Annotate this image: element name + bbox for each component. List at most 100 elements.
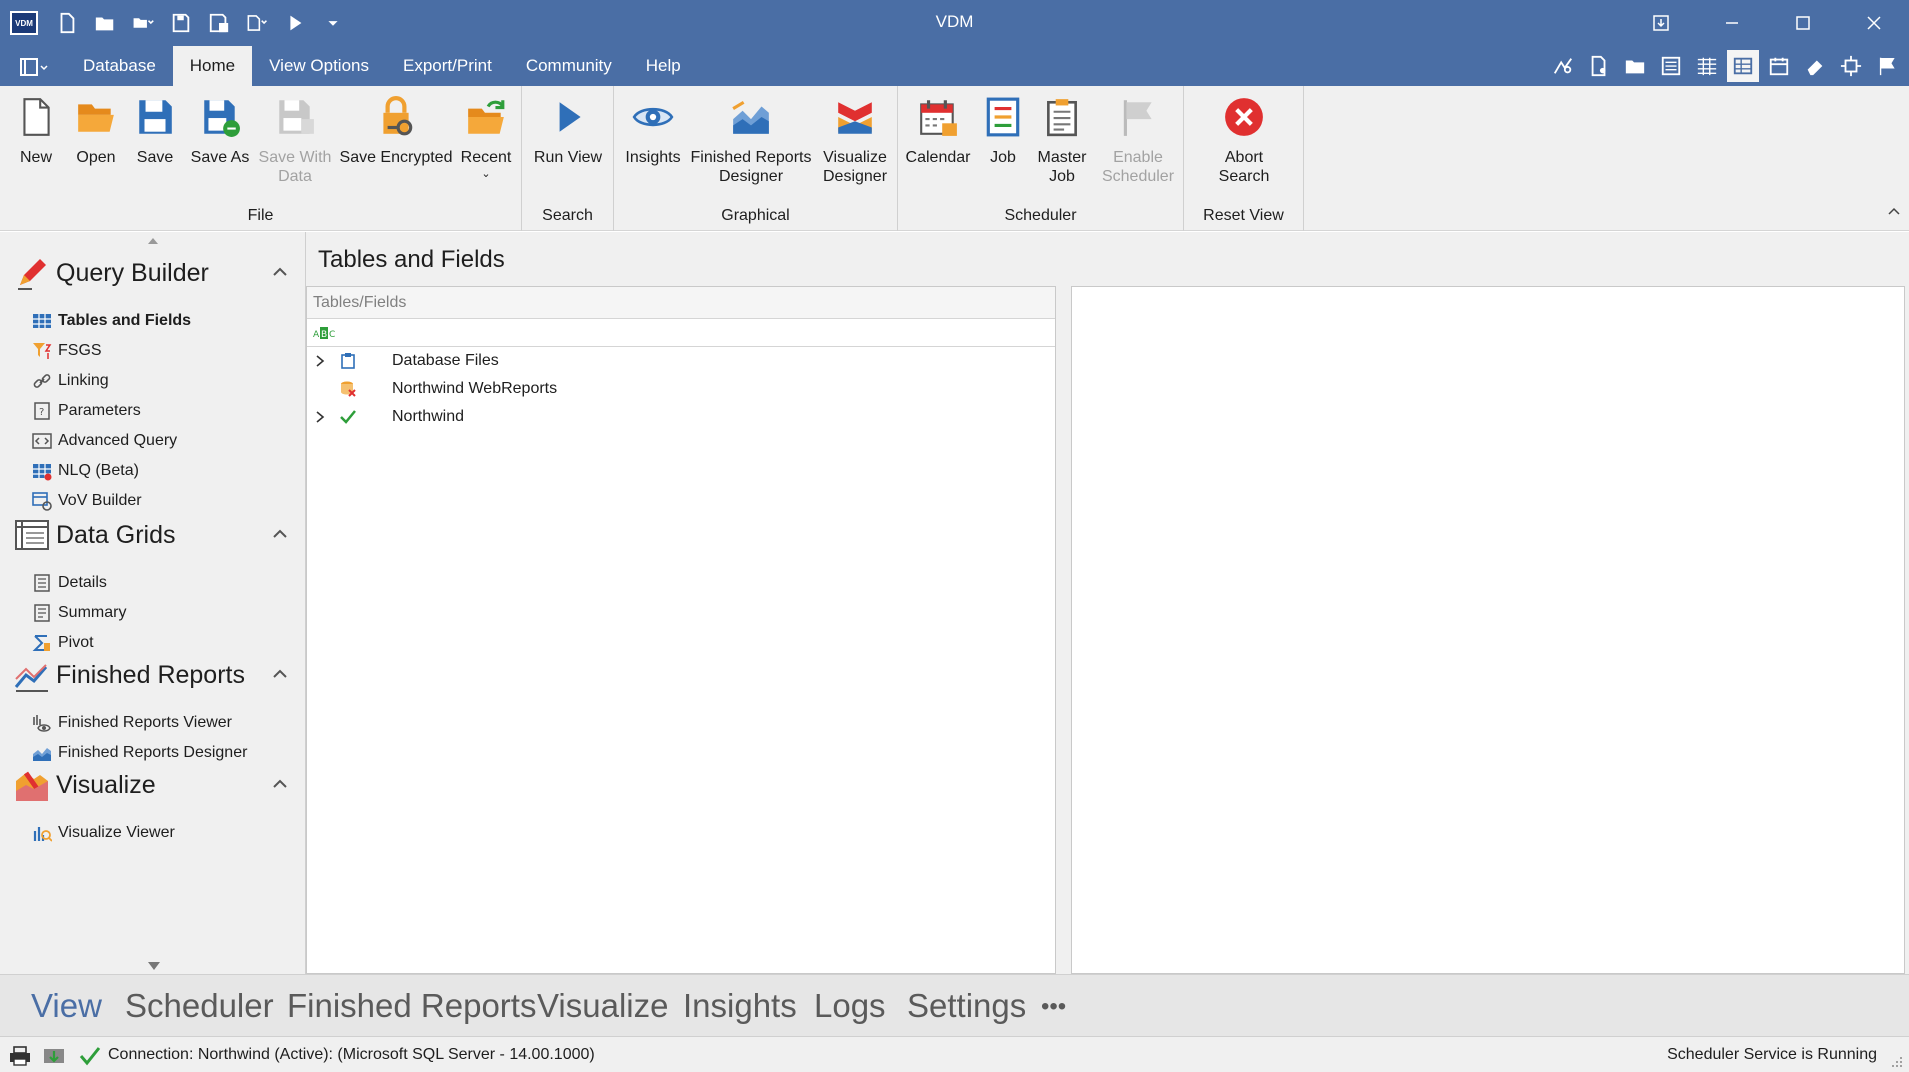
run-view-button-label: Run View (533, 149, 603, 166)
chart-settings-icon[interactable] (1547, 50, 1579, 82)
sidebar-item-label: Finished Reports Viewer (58, 714, 233, 731)
bottom-nav-view[interactable]: View (31, 987, 102, 1025)
vov-builder-icon (32, 492, 52, 511)
collapse-chevron-icon[interactable] (272, 266, 288, 278)
sidebar-item-finished-reports-viewer[interactable]: Finished Reports Viewer (32, 708, 298, 738)
parameters-icon: ? (34, 402, 50, 420)
scroll-up-icon[interactable] (148, 238, 158, 244)
job-button[interactable]: Job (978, 94, 1028, 167)
save-as-button[interactable]: Save As (186, 94, 254, 167)
tree-filter-row[interactable]: ABC (307, 319, 1055, 347)
sidebar-item-parameters[interactable]: ? Parameters (32, 396, 298, 426)
field-details-panel (1071, 286, 1905, 974)
table-grid-icon (33, 314, 51, 328)
folder-icon[interactable] (1619, 50, 1651, 82)
sidebar-item-nlq-beta[interactable]: NLQ (Beta) (32, 456, 298, 486)
filter-sort-icon (33, 343, 52, 359)
expand-chevron-icon[interactable] (315, 411, 325, 423)
finished-reports-designer-button[interactable]: Finished Reports Designer (688, 94, 814, 186)
sidebar-item-label: FSGS (58, 342, 102, 359)
insights-button[interactable]: Insights (620, 94, 686, 167)
collapse-chevron-icon[interactable] (272, 668, 288, 680)
run-view-button[interactable]: Run View (528, 94, 608, 167)
tab-export-print[interactable]: Export/Print (386, 46, 509, 86)
bottom-nav-finished-reports[interactable]: Finished Reports (287, 987, 536, 1025)
job-button-label: Job (990, 149, 1016, 166)
printer-icon[interactable] (8, 1045, 32, 1067)
eraser-icon[interactable] (1799, 50, 1831, 82)
recent-button[interactable]: Recent ⌄ (456, 94, 516, 181)
sidebar-item-advanced-query[interactable]: Advanced Query (32, 426, 298, 456)
fit-screen-icon[interactable] (1835, 50, 1867, 82)
save-encrypted-button[interactable]: Save Encrypted (338, 94, 454, 167)
table-view-icon[interactable] (1727, 50, 1759, 82)
tab-database[interactable]: Database (66, 46, 173, 86)
save-with-data-button[interactable]: Save With Data (256, 94, 334, 186)
open-button[interactable]: Open (68, 94, 124, 167)
resize-grip-icon[interactable] (1889, 1054, 1903, 1068)
restore-layout-icon[interactable] (1625, 0, 1696, 46)
section-query-builder[interactable]: Query Builder (14, 252, 294, 294)
collapse-chevron-icon[interactable] (272, 778, 288, 790)
section-data-grids[interactable]: Data Grids (14, 514, 294, 556)
svg-text:A: A (313, 330, 320, 340)
sidebar-item-vov-builder[interactable]: VoV Builder (32, 486, 298, 516)
sidebar-item-summary[interactable]: Summary (32, 598, 298, 628)
ribbon-tabs: Database Home View Options Export/Print … (66, 46, 698, 86)
checkmark-icon (340, 410, 356, 424)
tab-home[interactable]: Home (172, 46, 253, 86)
sidebar-item-label: Linking (58, 372, 109, 389)
section-finished-reports[interactable]: Finished Reports (14, 654, 294, 696)
main-content: Tables and Fields Tables/Fields ABC Data… (306, 232, 1909, 974)
sidebar-item-label: Tables and Fields (58, 312, 192, 329)
tree-row[interactable]: Northwind (307, 403, 1055, 431)
tab-community[interactable]: Community (509, 46, 629, 86)
tab-help[interactable]: Help (629, 46, 698, 86)
scroll-down-icon[interactable] (148, 962, 160, 970)
master-job-button[interactable]: Master Job (1032, 94, 1092, 186)
flag-icon[interactable] (1871, 50, 1903, 82)
tree-row[interactable]: Northwind WebReports (307, 375, 1055, 403)
minimize-icon[interactable] (1696, 0, 1767, 46)
document-settings-icon[interactable] (1583, 50, 1615, 82)
tree-row[interactable]: Database Files (307, 347, 1055, 375)
tree-column-header[interactable]: Tables/Fields (307, 287, 1055, 319)
sidebar-item-visualize-viewer[interactable]: Visualize Viewer (32, 818, 298, 848)
bottom-nav-more[interactable]: ••• (1041, 993, 1066, 1021)
save-disk-icon (132, 94, 178, 140)
sidebar-item-label: Pivot (58, 634, 94, 651)
bottom-nav-insights[interactable]: Insights (683, 987, 797, 1025)
list-view-icon[interactable] (1655, 50, 1687, 82)
calendar-view-icon[interactable] (1763, 50, 1795, 82)
bottom-nav-scheduler[interactable]: Scheduler (125, 987, 274, 1025)
status-bar: Connection: Northwind (Active): (Microso… (0, 1036, 1909, 1072)
close-icon[interactable] (1838, 0, 1909, 46)
download-icon[interactable] (42, 1045, 66, 1067)
calendar-button[interactable]: Calendar (902, 94, 974, 167)
sidebar-item-linking[interactable]: Linking (32, 366, 298, 396)
new-button[interactable]: New (10, 94, 62, 167)
sidebar-item-fsgs[interactable]: FSGS (32, 336, 298, 366)
sidebar-item-details[interactable]: Details (32, 568, 298, 598)
grid-view-icon[interactable] (1691, 50, 1723, 82)
collapse-ribbon-icon[interactable] (1885, 202, 1903, 220)
window-title: VDM (935, 12, 974, 31)
enable-scheduler-button[interactable]: Enable Scheduler (1096, 94, 1180, 186)
collapse-chevron-icon[interactable] (272, 528, 288, 540)
expand-chevron-icon[interactable] (315, 355, 325, 367)
tree-row-label: Northwind (392, 408, 465, 425)
bottom-nav-logs[interactable]: Logs (814, 987, 886, 1025)
visualize-designer-button[interactable]: Visualize Designer (816, 94, 894, 186)
new-button-label: New (19, 149, 52, 166)
scheduler-flag-icon (1115, 94, 1161, 140)
recent-dropdown-icon[interactable]: ⌄ (456, 167, 516, 181)
bottom-nav-settings[interactable]: Settings (907, 987, 1026, 1025)
section-visualize[interactable]: Visualize (14, 764, 294, 806)
tab-view-options[interactable]: View Options (252, 46, 386, 86)
abort-search-button[interactable]: Abort Search (1198, 94, 1290, 186)
maximize-icon[interactable] (1767, 0, 1838, 46)
save-button[interactable]: Save (130, 94, 180, 167)
sidebar-item-tables-and-fields[interactable]: Tables and Fields (32, 306, 298, 336)
bottom-nav-visualize[interactable]: Visualize (537, 987, 668, 1025)
app-menu-icon[interactable] (14, 54, 54, 80)
